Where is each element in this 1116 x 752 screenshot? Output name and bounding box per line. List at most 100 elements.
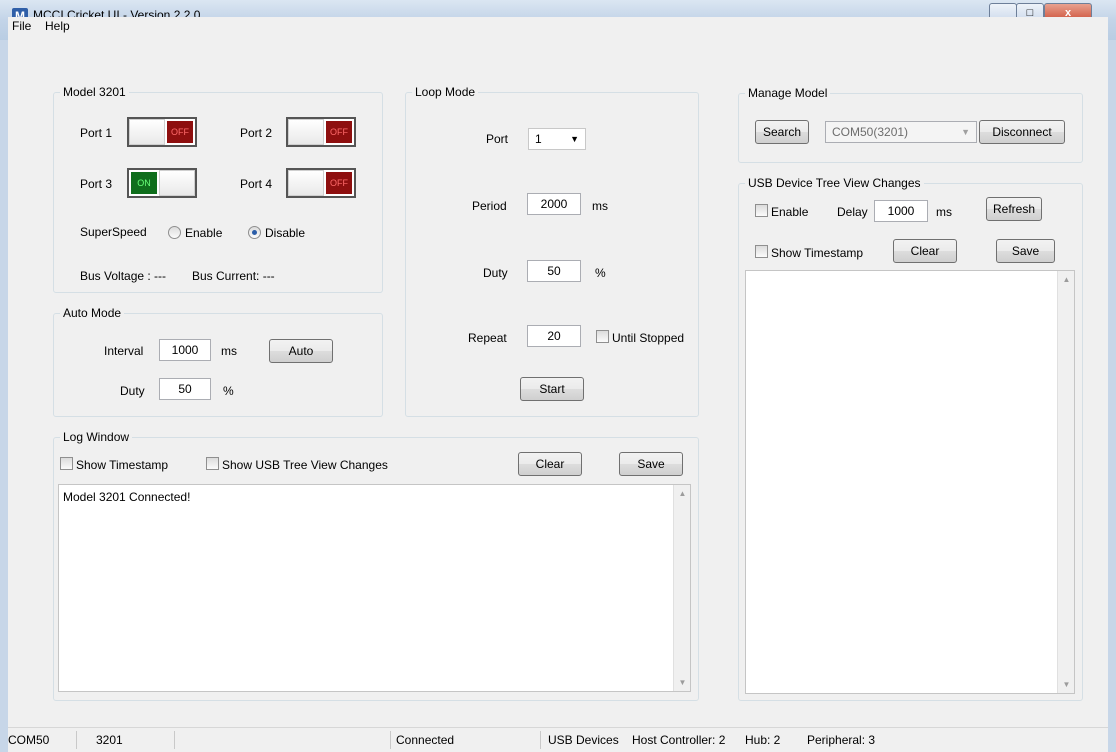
disconnect-button[interactable]: Disconnect <box>979 120 1065 144</box>
usb-tree-title: USB Device Tree View Changes <box>745 176 924 190</box>
interval-unit: ms <box>221 344 237 358</box>
log-clear-button[interactable]: Clear <box>518 452 582 476</box>
log-line: Model 3201 Connected! <box>63 490 191 504</box>
port-4-label: Port 4 <box>240 177 273 191</box>
com-port-select[interactable]: COM50(3201) ▼ <box>825 121 977 143</box>
start-button[interactable]: Start <box>520 377 584 401</box>
port-2-toggle[interactable]: OFF <box>286 117 356 147</box>
log-show-timestamp-checkbox[interactable] <box>60 457 73 470</box>
port-4-state: OFF <box>326 172 352 194</box>
auto-duty-unit: % <box>223 384 234 398</box>
superspeed-enable-label[interactable]: Enable <box>185 226 222 240</box>
log-text-area[interactable]: Model 3201 Connected! ▲ ▼ <box>58 484 691 692</box>
usb-tree-scrollbar[interactable]: ▲ ▼ <box>1057 271 1074 693</box>
menu-file[interactable]: File <box>12 19 31 33</box>
port-1-label: Port 1 <box>80 126 113 140</box>
repeat-input[interactable]: 20 <box>527 325 581 347</box>
scroll-down-icon[interactable]: ▼ <box>1058 676 1075 693</box>
chevron-down-icon: ▼ <box>570 134 579 144</box>
loop-mode-group: Loop Mode Port 1 ▼ Period 2000 ms Duty 5… <box>405 85 699 417</box>
usb-show-timestamp-checkbox[interactable] <box>755 245 768 258</box>
port-3-state: ON <box>131 172 157 194</box>
loop-port-select[interactable]: 1 ▼ <box>528 128 586 150</box>
status-bar: COM50 3201 Connected USB Devices Host Co… <box>8 727 1108 752</box>
status-separator <box>76 731 77 749</box>
client-area: Model 3201 Port 1 OFF Port 2 OFF Port 3 … <box>8 37 1108 727</box>
show-usb-tree-label[interactable]: Show USB Tree View Changes <box>222 458 388 472</box>
until-stopped-label[interactable]: Until Stopped <box>612 331 684 345</box>
period-label: Period <box>472 199 507 213</box>
loop-port-value: 1 <box>535 132 542 146</box>
port-2-label: Port 2 <box>240 126 273 140</box>
chevron-down-icon: ▼ <box>961 127 970 137</box>
usb-show-timestamp-label[interactable]: Show Timestamp <box>771 246 863 260</box>
show-usb-tree-checkbox[interactable] <box>206 457 219 470</box>
status-peripheral: Peripheral: 3 <box>807 733 876 747</box>
interval-input[interactable]: 1000 <box>159 339 211 361</box>
superspeed-disable-label[interactable]: Disable <box>265 226 305 240</box>
superspeed-label: SuperSpeed <box>80 225 147 239</box>
manage-model-group: Manage Model Search COM50(3201) ▼ Discon… <box>738 86 1083 163</box>
port-3-label: Port 3 <box>80 177 113 191</box>
toggle-knob <box>288 119 324 145</box>
usb-enable-label[interactable]: Enable <box>771 205 808 219</box>
delay-unit: ms <box>936 205 952 219</box>
scroll-up-icon[interactable]: ▲ <box>674 485 691 502</box>
status-usb-devices: USB Devices <box>548 733 619 747</box>
loop-port-label: Port <box>486 132 509 146</box>
menu-bar: File Help <box>8 17 1108 37</box>
auto-duty-input[interactable]: 50 <box>159 378 211 400</box>
usb-save-button[interactable]: Save <box>996 239 1055 263</box>
bus-voltage-label: Bus Voltage : --- <box>80 269 167 283</box>
port-3-toggle[interactable]: ON <box>127 168 197 198</box>
until-stopped-checkbox[interactable] <box>596 330 609 343</box>
port-1-state: OFF <box>167 121 193 143</box>
log-save-button[interactable]: Save <box>619 452 683 476</box>
status-model: 3201 <box>96 733 123 747</box>
status-connection: Connected <box>396 733 455 747</box>
toggle-knob <box>159 170 195 196</box>
search-button[interactable]: Search <box>755 120 809 144</box>
superspeed-enable-radio[interactable] <box>168 226 181 239</box>
log-scrollbar[interactable]: ▲ ▼ <box>673 485 690 691</box>
loop-duty-unit: % <box>595 266 606 280</box>
auto-duty-label: Duty <box>120 384 145 398</box>
scroll-down-icon[interactable]: ▼ <box>674 674 691 691</box>
auto-button[interactable]: Auto <box>269 339 333 363</box>
toggle-knob <box>129 119 165 145</box>
status-separator <box>174 731 175 749</box>
com-port-value: COM50(3201) <box>832 125 909 139</box>
interval-label: Interval <box>104 344 144 358</box>
delay-input[interactable]: 1000 <box>874 200 928 222</box>
auto-mode-title: Auto Mode <box>60 306 125 320</box>
status-com: COM50 <box>8 733 50 747</box>
loop-mode-title: Loop Mode <box>412 85 479 99</box>
menu-help[interactable]: Help <box>45 19 70 33</box>
usb-enable-checkbox[interactable] <box>755 204 768 217</box>
superspeed-disable-radio[interactable] <box>248 226 261 239</box>
bus-current-label: Bus Current: --- <box>192 269 275 283</box>
loop-duty-label: Duty <box>483 266 508 280</box>
manage-model-title: Manage Model <box>745 86 831 100</box>
status-separator <box>390 731 391 749</box>
delay-label: Delay <box>837 205 868 219</box>
usb-clear-button[interactable]: Clear <box>893 239 957 263</box>
port-4-toggle[interactable]: OFF <box>286 168 356 198</box>
status-hub: Hub: 2 <box>745 733 781 747</box>
log-show-timestamp-label[interactable]: Show Timestamp <box>76 458 168 472</box>
status-separator <box>540 731 541 749</box>
model-group: Model 3201 Port 1 OFF Port 2 OFF Port 3 … <box>53 85 383 293</box>
period-input[interactable]: 2000 <box>527 193 581 215</box>
auto-mode-group: Auto Mode Interval 1000 ms Auto Duty 50 … <box>53 306 383 417</box>
repeat-label: Repeat <box>468 331 507 345</box>
loop-duty-input[interactable]: 50 <box>527 260 581 282</box>
port-1-toggle[interactable]: OFF <box>127 117 197 147</box>
scroll-up-icon[interactable]: ▲ <box>1058 271 1075 288</box>
usb-tree-text-area[interactable]: ▲ ▼ <box>745 270 1075 694</box>
refresh-button[interactable]: Refresh <box>986 197 1042 221</box>
log-window-group: Log Window Show Timestamp Show USB Tree … <box>53 430 699 701</box>
status-host-controller: Host Controller: 2 <box>632 733 726 747</box>
toggle-knob <box>288 170 324 196</box>
log-window-title: Log Window <box>60 430 133 444</box>
model-group-title: Model 3201 <box>60 85 129 99</box>
